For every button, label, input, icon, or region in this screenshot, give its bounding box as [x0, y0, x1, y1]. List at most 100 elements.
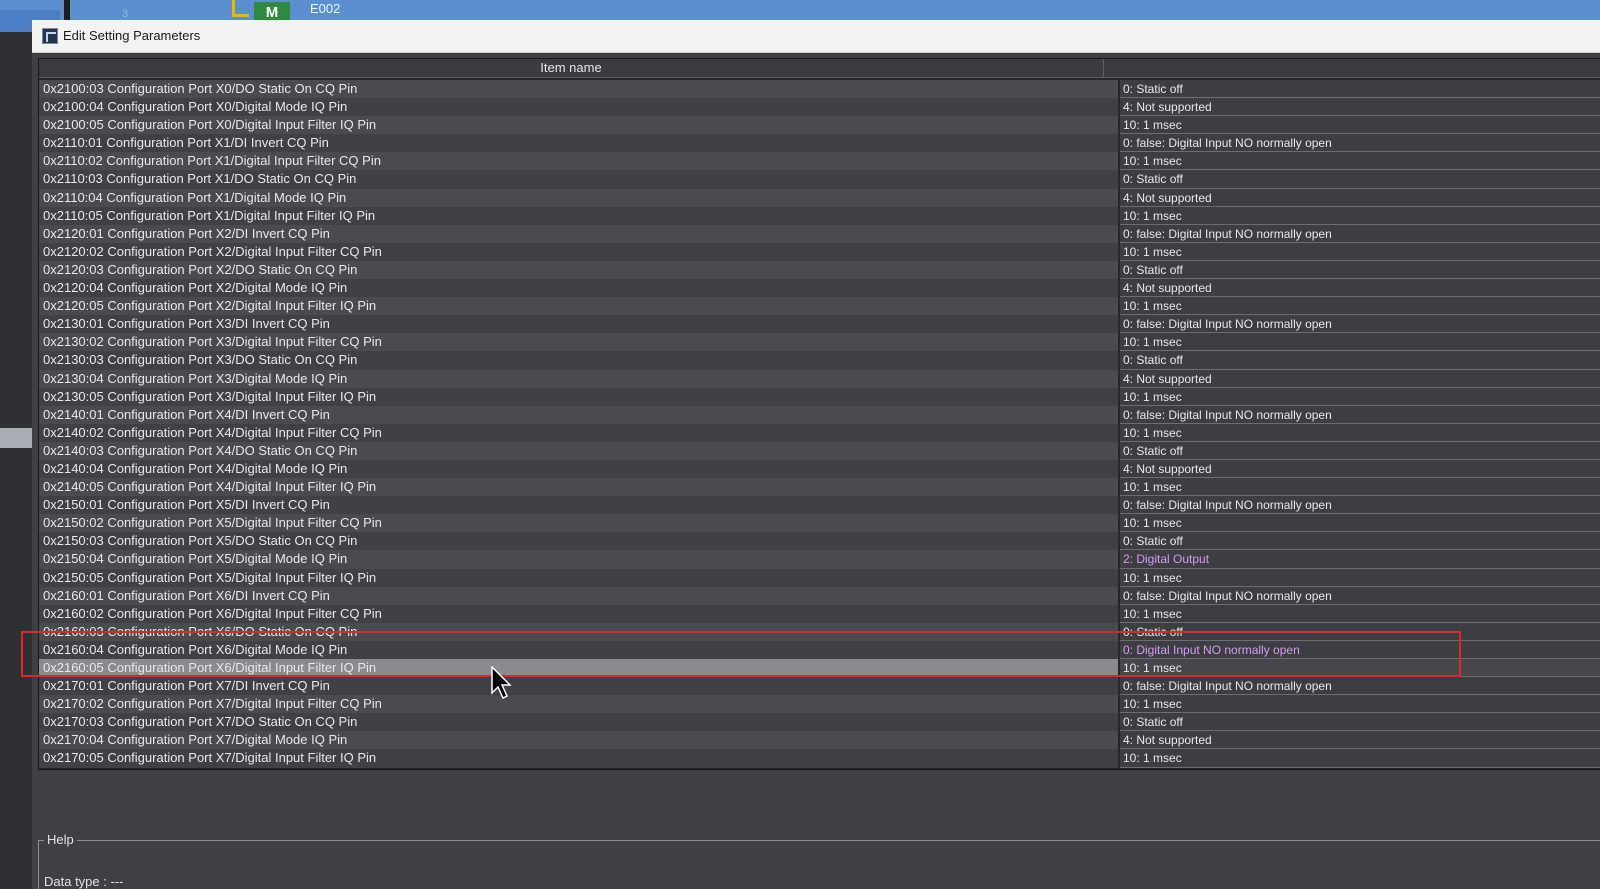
table-row[interactable]: 0x2140:01 Configuration Port X4/DI Inver…	[39, 405, 1600, 424]
item-name-cell[interactable]: 0x2150:02 Configuration Port X5/Digital …	[39, 514, 1118, 533]
value-cell[interactable]: 0: false: Digital Input NO normally open	[1120, 496, 1600, 515]
item-name-cell[interactable]: 0x2130:04 Configuration Port X3/Digital …	[39, 369, 1118, 388]
value-cell[interactable]: 10: 1 msec	[1120, 749, 1600, 768]
item-name-cell[interactable]: 0x2150:03 Configuration Port X5/DO Stati…	[39, 532, 1118, 551]
item-name-cell[interactable]: 0x2150:05 Configuration Port X5/Digital …	[39, 568, 1118, 587]
table-row[interactable]: 0x2130:05 Configuration Port X3/Digital …	[39, 387, 1600, 406]
table-row[interactable]: 0x2120:04 Configuration Port X2/Digital …	[39, 279, 1600, 298]
item-name-cell[interactable]: 0x2140:01 Configuration Port X4/DI Inver…	[39, 405, 1118, 424]
table-row[interactable]: 0x2120:02 Configuration Port X2/Digital …	[39, 242, 1600, 261]
item-name-cell[interactable]: 0x2130:03 Configuration Port X3/DO Stati…	[39, 351, 1118, 370]
item-name-cell[interactable]: 0x2100:03 Configuration Port X0/DO Stati…	[39, 80, 1118, 99]
item-name-cell[interactable]: 0x2160:03 Configuration Port X6/DO Stati…	[39, 622, 1118, 641]
item-name-cell[interactable]: 0x2150:01 Configuration Port X5/DI Inver…	[39, 496, 1118, 515]
value-cell[interactable]: 10: 1 msec	[1120, 242, 1600, 261]
device-name[interactable]: E002	[310, 1, 340, 16]
table-row[interactable]: 0x2160:03 Configuration Port X6/DO Stati…	[39, 622, 1600, 641]
table-row[interactable]: 0x2130:04 Configuration Port X3/Digital …	[39, 369, 1600, 388]
item-name-cell[interactable]: 0x2160:04 Configuration Port X6/Digital …	[39, 640, 1118, 659]
value-cell[interactable]: 0: false: Digital Input NO normally open	[1120, 677, 1600, 696]
item-name-cell[interactable]: 0x2160:01 Configuration Port X6/DI Inver…	[39, 586, 1118, 605]
table-row[interactable]: 0x2140:04 Configuration Port X4/Digital …	[39, 459, 1600, 479]
item-name-cell[interactable]: 0x2120:03 Configuration Port X2/DO Stati…	[39, 260, 1118, 280]
table-row[interactable]: 0x2120:05 Configuration Port X2/Digital …	[39, 297, 1600, 316]
item-name-cell[interactable]: 0x2130:05 Configuration Port X3/Digital …	[39, 387, 1118, 406]
item-name-cell[interactable]: 0x2140:02 Configuration Port X4/Digital …	[39, 423, 1118, 442]
table-row[interactable]: 0x2130:03 Configuration Port X3/DO Stati…	[39, 351, 1600, 370]
value-cell[interactable]: 0: false: Digital Input NO normally open	[1120, 405, 1600, 424]
table-row[interactable]: 0x2160:02 Configuration Port X6/Digital …	[39, 604, 1600, 623]
item-name-cell[interactable]: 0x2140:03 Configuration Port X4/DO Stati…	[39, 441, 1118, 460]
table-row[interactable]: 0x2100:03 Configuration Port X0/DO Stati…	[39, 80, 1600, 99]
table-row[interactable]: 0x2170:04 Configuration Port X7/Digital …	[39, 731, 1600, 750]
item-name-cell[interactable]: 0x2100:05 Configuration Port X0/Digital …	[39, 116, 1118, 135]
value-cell[interactable]: 0: false: Digital Input NO normally open	[1120, 134, 1600, 153]
item-name-cell[interactable]: 0x2130:02 Configuration Port X3/Digital …	[39, 333, 1118, 352]
item-name-cell[interactable]: 0x2110:05 Configuration Port X1/Digital …	[39, 206, 1118, 225]
item-name-cell[interactable]: 0x2160:05 Configuration Port X6/Digital …	[39, 659, 1118, 678]
value-cell[interactable]: 10: 1 msec	[1120, 659, 1600, 678]
table-row[interactable]: 0x2150:02 Configuration Port X5/Digital …	[39, 514, 1600, 533]
item-name-cell[interactable]: 0x2100:04 Configuration Port X0/Digital …	[39, 98, 1118, 117]
item-name-cell[interactable]: 0x2130:01 Configuration Port X3/DI Inver…	[39, 315, 1118, 334]
item-name-cell[interactable]: 0x2140:05 Configuration Port X4/Digital …	[39, 478, 1118, 497]
value-cell[interactable]: 10: 1 msec	[1120, 695, 1600, 714]
column-header-item-name[interactable]: Item name	[39, 59, 1104, 77]
value-cell[interactable]: 2: Digital Output	[1120, 550, 1600, 569]
table-row[interactable]: 0x2150:05 Configuration Port X5/Digital …	[39, 568, 1600, 587]
item-name-cell[interactable]: 0x2170:05 Configuration Port X7/Digital …	[39, 749, 1118, 768]
item-name-cell[interactable]: 0x2110:01 Configuration Port X1/DI Inver…	[39, 134, 1118, 153]
value-cell[interactable]: 4: Not supported	[1120, 188, 1600, 207]
table-row[interactable]: 0x2110:02 Configuration Port X1/Digital …	[39, 152, 1600, 171]
table-row[interactable]: 0x2100:05 Configuration Port X0/Digital …	[39, 116, 1600, 135]
value-cell[interactable]: 0: Static off	[1120, 351, 1600, 370]
item-name-cell[interactable]: 0x2170:01 Configuration Port X7/DI Inver…	[39, 677, 1118, 696]
value-cell[interactable]: 10: 1 msec	[1120, 152, 1600, 171]
table-row[interactable]: 0x2170:02 Configuration Port X7/Digital …	[39, 695, 1600, 714]
table-row[interactable]: 0x2130:01 Configuration Port X3/DI Inver…	[39, 315, 1600, 334]
table-row[interactable]: 0x2170:01 Configuration Port X7/DI Inver…	[39, 677, 1600, 696]
dialog-titlebar[interactable]: Edit Setting Parameters	[32, 20, 1600, 53]
value-cell[interactable]: 0: false: Digital Input NO normally open	[1120, 586, 1600, 605]
table-row[interactable]: 0x2110:03 Configuration Port X1/DO Stati…	[39, 170, 1600, 189]
item-name-cell[interactable]: 0x2110:04 Configuration Port X1/Digital …	[39, 188, 1118, 207]
table-row[interactable]: 0x2160:04 Configuration Port X6/Digital …	[39, 640, 1600, 659]
value-cell[interactable]: 4: Not supported	[1120, 279, 1600, 298]
table-row[interactable]: 0x2160:05 Configuration Port X6/Digital …	[39, 659, 1600, 678]
value-cell[interactable]: 10: 1 msec	[1120, 387, 1600, 406]
item-name-cell[interactable]: 0x2120:01 Configuration Port X2/DI Inver…	[39, 224, 1118, 243]
side-panel-button[interactable]	[0, 428, 32, 448]
value-cell[interactable]: 4: Not supported	[1120, 459, 1600, 479]
table-row[interactable]: 0x2150:01 Configuration Port X5/DI Inver…	[39, 496, 1600, 515]
value-cell[interactable]: 10: 1 msec	[1120, 333, 1600, 352]
value-cell[interactable]: 0: Digital Input NO normally open	[1120, 640, 1600, 659]
value-cell[interactable]: 0: Static off	[1120, 713, 1600, 732]
item-name-cell[interactable]: 0x2110:02 Configuration Port X1/Digital …	[39, 152, 1118, 171]
table-row[interactable]: 0x2120:01 Configuration Port X2/DI Inver…	[39, 224, 1600, 243]
table-row[interactable]: 0x2130:02 Configuration Port X3/Digital …	[39, 333, 1600, 352]
table-row[interactable]: 0x2100:04 Configuration Port X0/Digital …	[39, 98, 1600, 117]
table-row[interactable]: 0x2140:03 Configuration Port X4/DO Stati…	[39, 441, 1600, 460]
value-cell[interactable]: 10: 1 msec	[1120, 568, 1600, 587]
value-cell[interactable]: 0: Static off	[1120, 532, 1600, 551]
value-cell[interactable]: 0: Static off	[1120, 80, 1600, 99]
item-name-cell[interactable]: 0x2170:02 Configuration Port X7/Digital …	[39, 695, 1118, 714]
table-row[interactable]: 0x2140:05 Configuration Port X4/Digital …	[39, 478, 1600, 497]
value-cell[interactable]: 10: 1 msec	[1120, 423, 1600, 442]
table-row[interactable]: 0x2160:01 Configuration Port X6/DI Inver…	[39, 586, 1600, 605]
value-cell[interactable]: 10: 1 msec	[1120, 514, 1600, 533]
value-cell[interactable]: 10: 1 msec	[1120, 478, 1600, 497]
table-row[interactable]: 0x2110:04 Configuration Port X1/Digital …	[39, 188, 1600, 207]
item-name-cell[interactable]: 0x2160:02 Configuration Port X6/Digital …	[39, 604, 1118, 623]
value-cell[interactable]: 4: Not supported	[1120, 369, 1600, 388]
value-cell[interactable]: 10: 1 msec	[1120, 116, 1600, 135]
item-name-cell[interactable]: 0x2120:04 Configuration Port X2/Digital …	[39, 279, 1118, 298]
value-cell[interactable]: 0: Static off	[1120, 260, 1600, 280]
value-cell[interactable]: 10: 1 msec	[1120, 604, 1600, 623]
table-row[interactable]: 0x2140:02 Configuration Port X4/Digital …	[39, 423, 1600, 442]
item-name-cell[interactable]: 0x2170:03 Configuration Port X7/DO Stati…	[39, 713, 1118, 732]
table-row[interactable]: 0x2170:03 Configuration Port X7/DO Stati…	[39, 713, 1600, 732]
value-cell[interactable]: 0: Static off	[1120, 441, 1600, 460]
value-cell[interactable]: 10: 1 msec	[1120, 297, 1600, 316]
value-cell[interactable]: 4: Not supported	[1120, 98, 1600, 117]
